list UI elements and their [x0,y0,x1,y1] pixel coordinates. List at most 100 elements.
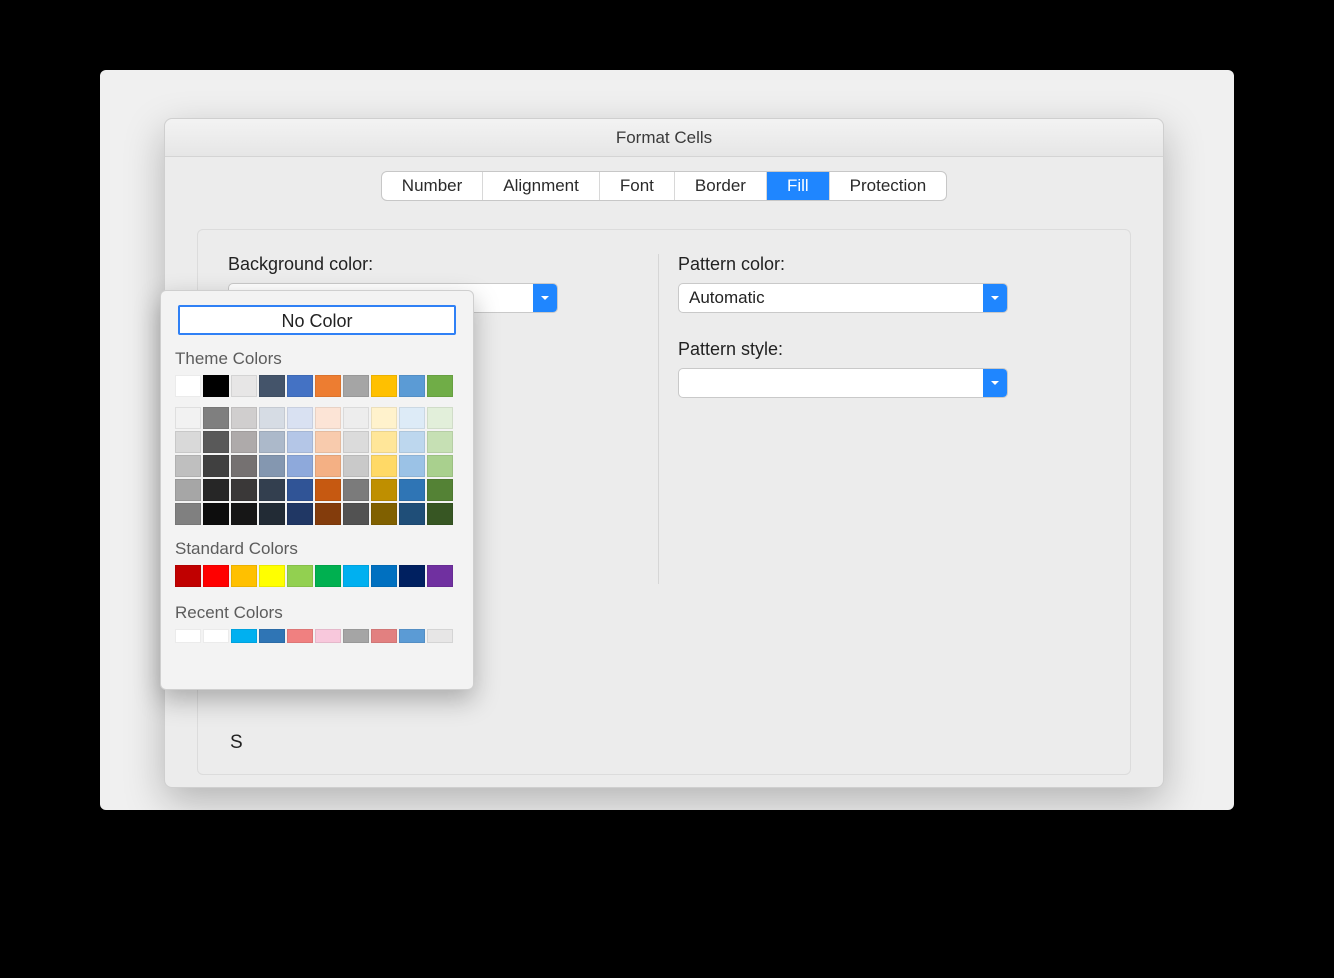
color-swatch[interactable] [371,479,397,501]
color-swatch[interactable] [287,407,313,429]
color-swatch[interactable] [175,565,201,587]
recent-colors-row [175,629,459,643]
color-swatch[interactable] [287,503,313,525]
color-swatch[interactable] [315,629,341,643]
color-swatch[interactable] [175,479,201,501]
color-swatch[interactable] [287,479,313,501]
color-swatch[interactable] [399,503,425,525]
color-swatch[interactable] [427,375,453,397]
color-swatch[interactable] [175,407,201,429]
color-swatch[interactable] [343,565,369,587]
color-swatch[interactable] [371,503,397,525]
color-swatch[interactable] [231,431,257,453]
color-swatch[interactable] [259,431,285,453]
color-swatch[interactable] [371,407,397,429]
background-color-label: Background color: [228,254,628,275]
color-swatch[interactable] [203,407,229,429]
color-swatch[interactable] [427,407,453,429]
color-swatch[interactable] [287,375,313,397]
color-swatch[interactable] [315,479,341,501]
color-swatch[interactable] [399,479,425,501]
color-swatch[interactable] [287,565,313,587]
color-swatch[interactable] [203,375,229,397]
tab-font[interactable]: Font [600,172,675,200]
tab-protection[interactable]: Protection [830,172,947,200]
color-swatch[interactable] [343,375,369,397]
color-swatch[interactable] [315,431,341,453]
chevron-down-icon [533,284,557,312]
color-swatch[interactable] [427,479,453,501]
color-swatch[interactable] [371,375,397,397]
tab-alignment[interactable]: Alignment [483,172,600,200]
color-swatch[interactable] [259,503,285,525]
color-swatch[interactable] [399,431,425,453]
color-swatch[interactable] [315,375,341,397]
tab-number[interactable]: Number [382,172,483,200]
color-swatch[interactable] [231,407,257,429]
color-swatch[interactable] [315,503,341,525]
tab-fill[interactable]: Fill [767,172,830,200]
color-swatch[interactable] [203,431,229,453]
color-swatch[interactable] [371,565,397,587]
color-swatch[interactable] [399,455,425,477]
color-swatch[interactable] [371,455,397,477]
color-swatch[interactable] [231,629,257,643]
color-swatch[interactable] [371,431,397,453]
color-swatch[interactable] [427,431,453,453]
color-swatch[interactable] [231,375,257,397]
color-swatch[interactable] [175,455,201,477]
color-swatch[interactable] [259,375,285,397]
color-swatch[interactable] [259,479,285,501]
color-swatch[interactable] [203,455,229,477]
color-swatch[interactable] [427,565,453,587]
swatch-row [175,375,459,397]
pattern-style-label: Pattern style: [678,339,1058,360]
color-swatch[interactable] [231,565,257,587]
color-swatch[interactable] [231,503,257,525]
color-swatch[interactable] [427,455,453,477]
color-swatch[interactable] [175,431,201,453]
color-swatch[interactable] [175,375,201,397]
color-swatch[interactable] [259,629,285,643]
recent-colors-title: Recent Colors [175,603,459,623]
color-swatch[interactable] [399,629,425,643]
color-swatch[interactable] [315,407,341,429]
color-swatch[interactable] [371,629,397,643]
pattern-style-combo[interactable] [678,368,1008,398]
color-swatch[interactable] [343,479,369,501]
color-swatch[interactable] [399,375,425,397]
color-swatch[interactable] [287,629,313,643]
swatch-row [175,479,459,501]
color-swatch[interactable] [315,455,341,477]
color-swatch[interactable] [231,479,257,501]
color-swatch[interactable] [343,455,369,477]
color-swatch[interactable] [315,565,341,587]
color-swatch[interactable] [175,629,201,643]
color-swatch[interactable] [203,565,229,587]
color-swatch[interactable] [399,407,425,429]
color-swatch[interactable] [259,407,285,429]
color-swatch[interactable] [399,565,425,587]
color-swatch[interactable] [259,565,285,587]
color-swatch[interactable] [175,503,201,525]
no-color-button[interactable]: No Color [178,305,456,335]
color-swatch[interactable] [287,455,313,477]
pattern-color-combo[interactable]: Automatic [678,283,1008,313]
color-swatch[interactable] [427,629,453,643]
color-picker-popover: No Color Theme Colors Standard Colors Re… [160,290,474,690]
color-swatch[interactable] [203,503,229,525]
color-swatch[interactable] [203,629,229,643]
color-swatch[interactable] [287,431,313,453]
color-swatch[interactable] [343,407,369,429]
color-swatch[interactable] [343,503,369,525]
theme-colors-grid [175,375,459,525]
tab-bar-container: Number Alignment Font Border Fill Protec… [165,157,1163,221]
theme-colors-title: Theme Colors [175,349,459,369]
color-swatch[interactable] [343,629,369,643]
color-swatch[interactable] [427,503,453,525]
color-swatch[interactable] [203,479,229,501]
color-swatch[interactable] [343,431,369,453]
color-swatch[interactable] [231,455,257,477]
tab-border[interactable]: Border [675,172,767,200]
color-swatch[interactable] [259,455,285,477]
